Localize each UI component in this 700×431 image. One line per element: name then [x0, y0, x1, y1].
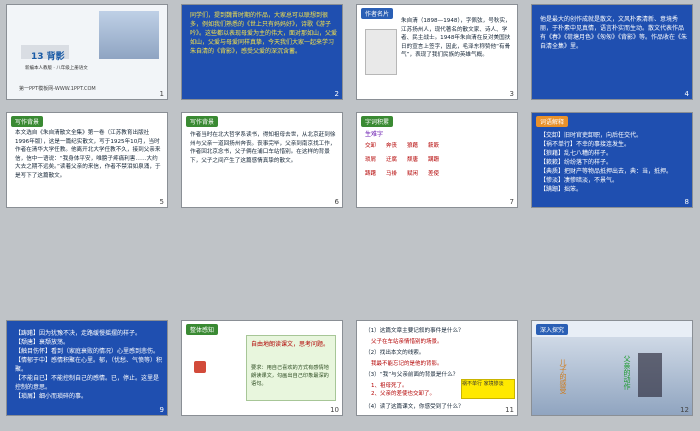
slide-list-item: 【踌躇】因为犹豫不决，走路缓慢摇摆的样子。 [15, 330, 142, 337]
slide-3[interactable]: 作者名片 朱自清（1898—1948），字佩弦，号秋实，江苏扬州人，现代著名的散… [356, 4, 518, 100]
word-item: 交卸 [365, 143, 377, 149]
slide-number: 8 [684, 198, 689, 206]
slide-number: 1 [159, 90, 164, 98]
answer-3b: 2、父亲的差使也交卸了。 [371, 391, 436, 397]
slide-tag: 词语解释 [536, 116, 569, 127]
task-panel: 自由地朗读课文，思考问题。 要求：用自己喜欢的方式有感情地朗读课文，勾画出自己印… [246, 335, 336, 401]
slide-text: 同学们，提到魏晋时期的作品，大家总可以联想到很多，例如我们熟悉的《世上只有妈妈好… [190, 12, 338, 55]
slide-list: 【交卸】旧时官吏卸职，向后任交代。 【祸不单行】不幸的事接连发生。 【狼藉】乱七… [540, 131, 688, 194]
slide-6[interactable]: 写作背景 作者当时在北大哲学系读书，得知祖母去世，从北京赶到徐州与父亲一道回扬州… [181, 112, 343, 208]
slide-number: 9 [159, 406, 164, 414]
slide-list-item: 【簌簌】纷纷落下的样子。 [540, 159, 613, 166]
word-item: 迂腐 [386, 157, 398, 163]
slide-subtag: 生难字 [365, 131, 384, 138]
slide-2[interactable]: 同学们，提到魏晋时期的作品，大家总可以联想到很多，例如我们熟悉的《世上只有妈妈好… [181, 4, 343, 100]
slide-list: 【踌躇】因为犹豫不决，走路缓慢摇摆的样子。 【颓唐】衰颓放荡。 【触目伤怀】看到… [15, 329, 163, 401]
figure-image [638, 353, 662, 397]
slide-list-item: 【祸不单行】不幸的事接连发生。 [540, 141, 631, 148]
slide-10[interactable]: 整体感知 自由地朗读课文，思考问题。 要求：用自己喜欢的方式有感情地朗读课文，勾… [181, 320, 343, 416]
slide-9[interactable]: 【踌躇】因为犹豫不决，走路缓慢摇摆的样子。 【颓唐】衰颓放荡。 【触目伤怀】看到… [6, 320, 168, 416]
slide-sorter: 13 背影 新编本人教版 · 八年级上册语文 第一PPT模板网-WWW.1PPT… [0, 0, 700, 431]
slide-tag: 深入探究 [536, 324, 569, 335]
slide-number: 6 [334, 198, 339, 206]
word-item: 差使 [428, 171, 440, 177]
slide-8[interactable]: 词语解释 【交卸】旧时官吏卸职，向后任交代。 【祸不单行】不幸的事接连发生。 【… [531, 112, 693, 208]
slide-number: 7 [509, 198, 514, 206]
slide-subtitle: 新编本人教版 · 八年级上册语文 [25, 66, 88, 71]
word-item: 赋闲 [407, 171, 419, 177]
slide-tag: 写作背景 [186, 116, 219, 127]
slide-number: 12 [680, 406, 689, 414]
slide-title: 13 背影 [31, 52, 65, 62]
slide-list-item: 【狼藉】乱七八糟的样子。 [540, 150, 613, 157]
slide-footer: 第一PPT模板网-WWW.1PPT.COM [19, 86, 96, 92]
slide-number: 5 [159, 198, 164, 206]
right-label: 父亲的动作 [623, 355, 631, 390]
word-item: 颓唐 [407, 157, 419, 163]
left-label: 儿子的感受 [559, 359, 567, 394]
slide-tag: 写作背景 [11, 116, 44, 127]
word-item: 簌簌 [428, 143, 440, 149]
question-4: （4）读了这篇课文，你感受到了什么？ [365, 404, 464, 410]
slide-12[interactable]: 深入探究 儿子的感受 父亲的动作 12 [531, 320, 693, 416]
slide-list-item: 【典质】把财产等物品抵押出去，典：当，抵押。 [540, 168, 673, 175]
slide-tag: 字词积累 [361, 116, 394, 127]
slide-text: 他是最大的创作成就是散文，文风朴素清新、意境秀丽，于朴素中见真情，语言朴实而生动… [540, 16, 688, 50]
question-1: （1）这篇文章主要记叙的事件是什么？ [365, 328, 464, 334]
task-body: 要求：用自己喜欢的方式有感情地朗读课文，勾画出自己印象最深的语句。 [251, 365, 329, 387]
slide-7[interactable]: 字词积累 生难字 交卸 奔丧 狼藉 簌簌 琐屑 迂腐 颓唐 蹒跚 踌躇 马褂 赋… [356, 112, 518, 208]
word-item: 踌躇 [365, 171, 377, 177]
slide-number: 4 [684, 90, 689, 98]
slide-text: 朱自清（1898—1948），字佩弦，号秋实，江苏扬州人，现代著名的散文家、诗人… [401, 18, 511, 59]
speaker-icon [194, 361, 206, 373]
slide-list-item: 【情郁于中】感情积聚在心里。郁，（忧愁、气愤等）积聚。 [15, 357, 163, 373]
slide-list-item: 【触目伤怀】看到（家庭衰败的情况）心里感到悲伤。 [15, 348, 160, 355]
slide-number: 10 [330, 406, 339, 414]
slide-number: 2 [334, 90, 339, 98]
slide-list-item: 【颓唐】衰颓放荡。 [15, 339, 70, 346]
slide-text: 作者当时在北大哲学系读书，得知祖母去世，从北京赶到徐州与父亲一道回扬州奔丧。丧事… [190, 132, 336, 164]
slide-tag: 作者名片 [361, 8, 394, 19]
word-item: 琐屑 [365, 157, 377, 163]
word-item: 蹒跚 [428, 157, 440, 163]
background-image [532, 337, 692, 415]
answer-3a: 1、祖母死了。 [371, 383, 408, 389]
answer-1: 父子在车站亲情惜别的场景。 [371, 339, 443, 345]
slide-list-item: 【琐屑】细小而琐碎的事。 [15, 393, 88, 400]
slide-list-item: 【蹒跚】拙笨。 [540, 186, 583, 193]
task-lead: 自由地朗读课文，思考问题。 [251, 341, 330, 348]
word-item: 奔丧 [386, 143, 398, 149]
question-2: （2）找出本文的线索。 [365, 350, 425, 356]
slide-tag: 整体感知 [186, 324, 219, 335]
slide-number: 11 [505, 406, 514, 414]
word-item: 狼藉 [407, 143, 419, 149]
portrait-image [365, 29, 397, 75]
answer-2: 我最不能忘记的是他的背影。 [371, 361, 443, 367]
slide-11[interactable]: （1）这篇文章主要记叙的事件是什么？ 父子在车站亲情惜别的场景。 （2）找出本文… [356, 320, 518, 416]
word-list: 交卸 奔丧 狼藉 簌簌 琐屑 迂腐 颓唐 蹒跚 踌躇 马褂 赋闲 差使 [365, 141, 513, 177]
answer-3-box: 祸不单行 家境惨淡 [461, 379, 515, 399]
slide-1[interactable]: 13 背影 新编本人教版 · 八年级上册语文 第一PPT模板网-WWW.1PPT… [6, 4, 168, 100]
word-item: 马褂 [386, 171, 398, 177]
slide-text: 本文选自《朱自清散文全集》第一卷（江苏教育出版社1996年版），这是一篇纪实散文… [15, 130, 161, 179]
slide-5[interactable]: 写作背景 本文选自《朱自清散文全集》第一卷（江苏教育出版社1996年版），这是一… [6, 112, 168, 208]
slide-list-item: 【交卸】旧时官吏卸职，向后任交代。 [540, 132, 643, 139]
slide-list-item: 【不能自已】不能控制自己的感情。已，停止。这里是控制的意思。 [15, 375, 160, 391]
slide-4[interactable]: 他是最大的创作成就是散文，文风朴素清新、意境秀丽，于朴素中见真情，语言朴实而生动… [531, 4, 693, 100]
slide-number: 3 [509, 90, 514, 98]
slide-list-item: 【惨淡】凄惨暗淡，不景气。 [540, 177, 619, 184]
